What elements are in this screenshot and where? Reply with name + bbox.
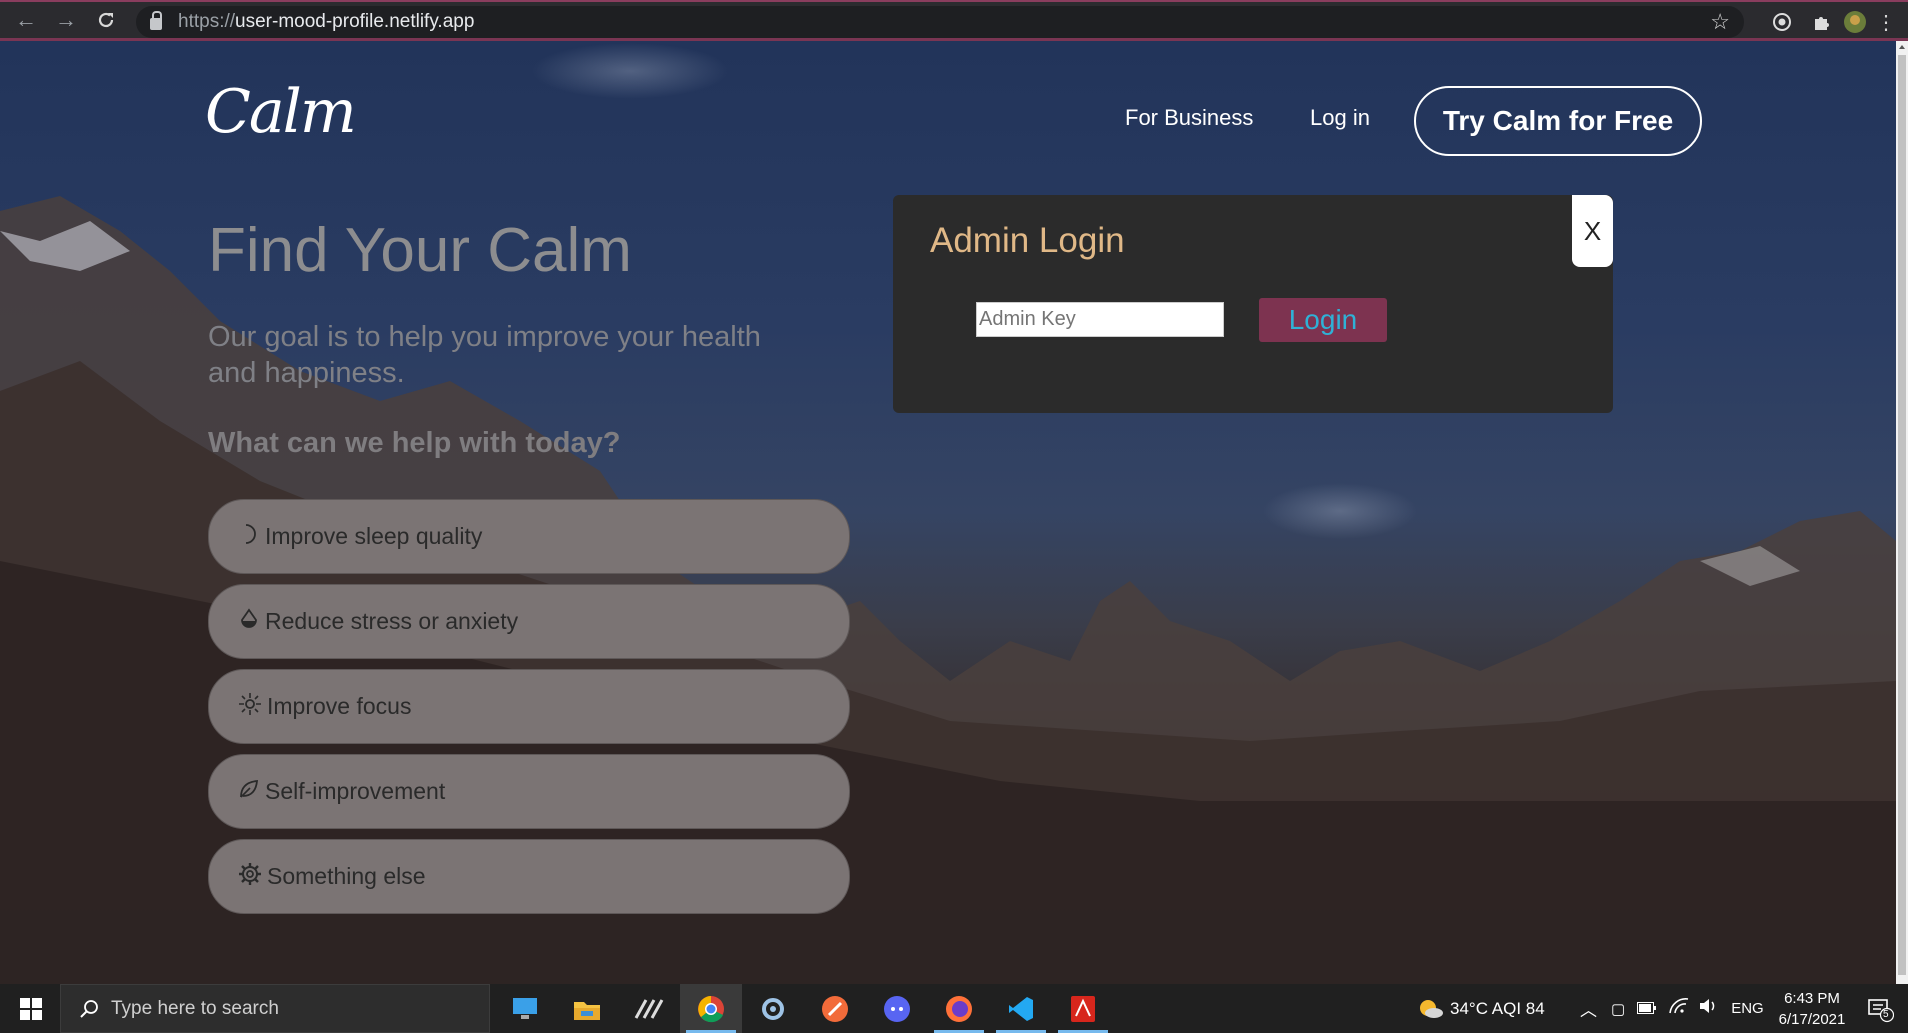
- chrome-icon[interactable]: [680, 984, 742, 1033]
- notification-count: 5: [1883, 1009, 1889, 1020]
- option-label: Something else: [267, 863, 426, 889]
- back-icon[interactable]: ←: [6, 2, 46, 38]
- notification-center-icon[interactable]: 5: [1866, 984, 1894, 1033]
- profile-avatar[interactable]: [1841, 8, 1869, 36]
- system-clock[interactable]: 6:43 PM 6/17/2021: [1770, 988, 1854, 1030]
- extensions-puzzle-icon[interactable]: [1808, 8, 1836, 36]
- acrobat-icon[interactable]: [1052, 984, 1114, 1033]
- scroll-up-icon[interactable]: [1899, 45, 1905, 49]
- hero-subtitle: Our goal is to help you improve your hea…: [208, 321, 761, 389]
- tray-icons: ︿ ▢ ENG: [1580, 984, 1764, 1033]
- windows-taskbar: Type here to search 34°C AQI 84 ︿ ▢ ENG …: [0, 984, 1908, 1033]
- admin-login-modal: Admin Login X Login: [893, 195, 1613, 413]
- modal-title: Admin Login: [930, 221, 1125, 260]
- windows-start-icon[interactable]: [20, 998, 42, 1020]
- option-reduce-stress[interactable]: Reduce stress or anxiety: [208, 584, 850, 659]
- option-label: Improve focus: [267, 693, 412, 719]
- login-button[interactable]: Login: [1259, 298, 1387, 342]
- weather-text: 34°C AQI 84: [1450, 998, 1545, 1018]
- page-viewport: Calm For Business Log in Try Calm for Fr…: [0, 41, 1896, 984]
- browser-toolbar: ← → https://user-mood-profile.netlify.ap…: [0, 0, 1908, 41]
- forward-icon[interactable]: →: [46, 2, 86, 38]
- option-label: Self-improvement: [265, 778, 446, 804]
- lock-icon: [150, 11, 162, 30]
- option-label: Improve sleep quality: [265, 523, 483, 549]
- vscode-icon[interactable]: [990, 984, 1052, 1033]
- hero-title: Find Your Calm: [208, 216, 632, 285]
- reload-icon[interactable]: [86, 2, 126, 38]
- bookmark-star-icon[interactable]: ☆: [1710, 9, 1730, 35]
- focus-icon: [237, 691, 267, 723]
- modal-close-button[interactable]: X: [1572, 195, 1613, 267]
- nav-log-in[interactable]: Log in: [1310, 105, 1370, 131]
- leaf-icon: [237, 777, 265, 807]
- pen-app-icon[interactable]: [618, 984, 680, 1033]
- battery-icon[interactable]: [1637, 999, 1657, 1019]
- chevron-up-icon[interactable]: ︿: [1580, 996, 1597, 1021]
- option-improve-sleep[interactable]: Improve sleep quality: [208, 499, 850, 574]
- page-scrollbar[interactable]: [1896, 41, 1908, 984]
- settings-gear-icon[interactable]: [742, 984, 804, 1033]
- file-explorer-icon[interactable]: [556, 984, 618, 1033]
- discord-icon[interactable]: [866, 984, 928, 1033]
- option-label: Reduce stress or anxiety: [265, 608, 519, 634]
- address-bar[interactable]: https://user-mood-profile.netlify.app ☆: [136, 6, 1744, 38]
- try-calm-free-button[interactable]: Try Calm for Free: [1414, 86, 1702, 156]
- drop-icon: [237, 607, 265, 637]
- volume-icon[interactable]: [1699, 998, 1719, 1019]
- clock-date: 6/17/2021: [1778, 1011, 1846, 1028]
- weather-icon: [1420, 999, 1443, 1018]
- url-protocol: https://: [178, 11, 236, 32]
- extension-target-icon[interactable]: [1768, 8, 1796, 36]
- hero-question: What can we help with today?: [208, 427, 621, 459]
- option-something-else[interactable]: Something else: [208, 839, 850, 914]
- taskbar-search[interactable]: Type here to search: [60, 984, 490, 1033]
- browser-menu-icon[interactable]: ⋮: [1876, 8, 1896, 36]
- nav-for-business[interactable]: For Business: [1125, 105, 1253, 131]
- desktop-app-icon[interactable]: [494, 984, 556, 1033]
- moon-icon: [237, 522, 265, 552]
- scrollbar-thumb[interactable]: [1898, 55, 1906, 975]
- firefox-icon[interactable]: [928, 984, 990, 1033]
- admin-key-input[interactable]: [976, 302, 1224, 337]
- clock-time: 6:43 PM: [1784, 990, 1840, 1007]
- option-improve-focus[interactable]: Improve focus: [208, 669, 850, 744]
- search-icon: [80, 1000, 98, 1018]
- meet-now-icon[interactable]: ▢: [1611, 1000, 1625, 1018]
- option-self-improvement[interactable]: Self-improvement: [208, 754, 850, 829]
- calm-logo[interactable]: Calm: [205, 77, 357, 147]
- weather-widget[interactable]: 34°C AQI 84: [1418, 984, 1545, 1033]
- language-indicator[interactable]: ENG: [1731, 1000, 1764, 1017]
- url-host: user-mood-profile.netlify.app: [235, 11, 475, 32]
- search-placeholder: Type here to search: [111, 997, 279, 1019]
- compass-app-icon[interactable]: [804, 984, 866, 1033]
- gear-icon: [237, 861, 267, 893]
- wifi-icon[interactable]: [1669, 998, 1689, 1019]
